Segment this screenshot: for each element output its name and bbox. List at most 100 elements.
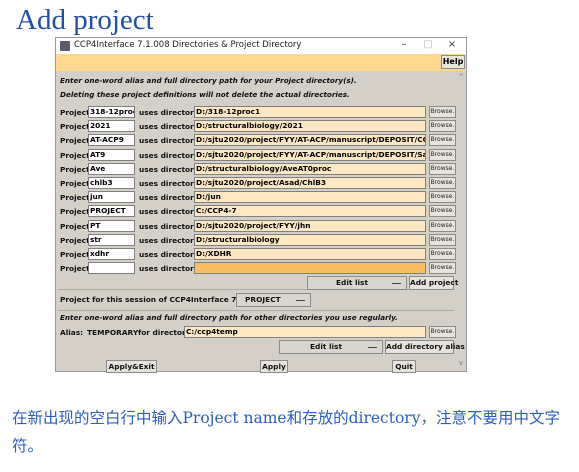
- project-alias-field[interactable]: Ave: [88, 162, 135, 175]
- menu-indicator-icon: [296, 300, 305, 301]
- browse-button[interactable]: Browse.: [429, 248, 456, 260]
- directory-alias-row: Alias: TEMPORARY for directory: C:/ccp4t…: [58, 326, 456, 339]
- uses-directory-label: uses directory:: [139, 207, 202, 217]
- project-alias-field[interactable]: jun: [88, 191, 135, 204]
- project-label: Project: [60, 136, 90, 146]
- uses-directory-label: uses directory:: [139, 250, 202, 259]
- apply-button[interactable]: Apply: [260, 360, 288, 373]
- uses-directory-label: uses directory:: [139, 179, 202, 188]
- project-label: Project: [60, 207, 90, 217]
- project-label: Project: [60, 179, 90, 188]
- project-row: Project AT9 uses directory: D:/sjtu2020/pro…: [58, 148, 456, 162]
- project-label: Project: [60, 264, 90, 274]
- project-row: Project318-12proc1 uses directory:D:/318-…: [58, 106, 456, 119]
- browse-button[interactable]: Browse.: [429, 219, 456, 232]
- scrollbar[interactable]: ^ v: [456, 71, 466, 371]
- project-row: Project PROJECT uses directory: C:/CCP4-7 Br…: [58, 205, 456, 218]
- project-row: Project PT uses directory: D:/sjtu2020/proj…: [58, 219, 456, 233]
- alias-directory-field[interactable]: C:/ccp4temp: [184, 326, 426, 338]
- project-directory-field[interactable]: D:/structuralbiology/2021: [194, 120, 426, 133]
- browse-button[interactable]: Browse.: [429, 120, 456, 133]
- instruction-line-1: Enter one-word alias and full directory …: [60, 76, 357, 85]
- project-alias-field[interactable]: chlb3: [88, 177, 135, 189]
- project-row: Project uses directory: Browse.: [58, 262, 456, 275]
- project-directory-field[interactable]: D:/sjtu2020/project/FYY/jhn: [194, 219, 426, 232]
- maximize-button[interactable]: □: [418, 39, 438, 50]
- edit-list-menu-aliases[interactable]: Edit list: [279, 340, 383, 354]
- browse-button[interactable]: Browse.: [429, 205, 456, 218]
- ccp4-directories-window: CCP4Interface 7.1.008 Directories & Proj…: [55, 37, 467, 373]
- uses-directory-label: uses directory:: [139, 122, 202, 132]
- project-row: Project jun uses directory: D:/jun Browse.: [58, 191, 456, 204]
- browse-button[interactable]: Browse.: [429, 326, 456, 338]
- menu-indicator-icon: [368, 347, 377, 348]
- project-alias-field[interactable]: [88, 262, 135, 275]
- uses-directory-label: uses directory:: [139, 108, 202, 117]
- minimize-button[interactable]: –: [394, 39, 414, 50]
- uses-directory-label: uses directory:: [139, 264, 202, 274]
- project-directory-field[interactable]: D:/sjtu2020/project/FYY/AT-ACP/manuscrip…: [194, 148, 426, 161]
- project-alias-field[interactable]: PROJECT: [88, 205, 135, 218]
- project-directory-field[interactable]: D:/sjtu2020/project/FYY/AT-ACP/manuscrip…: [194, 134, 426, 147]
- project-label: Project: [60, 250, 90, 259]
- uses-directory-label: uses directory:: [139, 136, 202, 146]
- project-row: Project AT-ACP9 uses directory: D:/sjtu2020…: [58, 134, 456, 147]
- help-button[interactable]: Help: [441, 55, 465, 69]
- project-alias-field[interactable]: AT9: [88, 148, 135, 161]
- quit-button[interactable]: Quit: [392, 360, 416, 373]
- edit-list-label: Edit list: [310, 342, 342, 351]
- project-label: Project: [60, 122, 90, 132]
- project-alias-field[interactable]: 318-12proc1: [88, 106, 135, 118]
- close-button[interactable]: ×: [442, 39, 462, 50]
- project-directory-field[interactable]: D:/318-12proc1: [194, 106, 426, 118]
- session-project-select[interactable]: PROJECT: [236, 293, 311, 307]
- project-alias-field[interactable]: PT: [88, 219, 135, 232]
- window-titlebar: CCP4Interface 7.1.008 Directories & Proj…: [56, 38, 466, 54]
- browse-button[interactable]: Browse.: [429, 177, 456, 189]
- browse-button[interactable]: Browse.: [429, 233, 456, 246]
- project-label: Project: [60, 164, 90, 174]
- uses-directory-label: uses directory:: [139, 193, 202, 203]
- project-directory-field[interactable]: C:/CCP4-7: [194, 205, 426, 218]
- project-row: Project Ave uses directory: D:/structuralbi…: [58, 162, 456, 176]
- apply-exit-button[interactable]: Apply&Exit: [106, 360, 157, 373]
- browse-button[interactable]: Browse.: [429, 262, 456, 275]
- instruction-line-3: Enter one-word alias and full directory …: [60, 313, 398, 322]
- add-directory-alias-button[interactable]: Add directory alias: [385, 340, 465, 354]
- project-directory-field[interactable]: D:/jun: [194, 191, 426, 204]
- browse-button[interactable]: Browse.: [429, 134, 456, 147]
- edit-list-menu[interactable]: Edit list: [307, 276, 407, 290]
- project-label: Project: [60, 193, 90, 203]
- browse-button[interactable]: Browse.: [429, 106, 456, 118]
- uses-directory-label: uses directory:: [139, 150, 202, 160]
- project-label: Project: [60, 221, 90, 231]
- project-alias-field[interactable]: AT-ACP9: [88, 134, 135, 147]
- project-row: Project str uses directory: D:/structuralbi…: [58, 233, 456, 247]
- project-alias-field[interactable]: xdhr: [88, 248, 135, 260]
- scroll-up-arrow-icon[interactable]: ^: [457, 73, 465, 81]
- project-row: Project 2021 uses directory: D:/structuralb…: [58, 120, 456, 133]
- project-alias-field[interactable]: str: [88, 233, 135, 246]
- project-directory-field[interactable]: D:/sjtu2020/project/Asad/ChlB3: [194, 177, 426, 189]
- project-directory-field[interactable]: D:/structuralbiology: [194, 233, 426, 246]
- project-directory-field[interactable]: D:/structuralbiology/AveAT0proc: [194, 162, 426, 175]
- uses-directory-label: uses directory:: [139, 221, 202, 231]
- project-directory-field[interactable]: D:/XDHR: [194, 248, 426, 260]
- window-title: CCP4Interface 7.1.008 Directories & Proj…: [74, 40, 302, 50]
- session-project-value: PROJECT: [245, 295, 281, 304]
- project-directory-field[interactable]: [194, 262, 426, 275]
- browse-button[interactable]: Browse.: [429, 162, 456, 175]
- project-label: Project: [60, 108, 90, 117]
- separator: [58, 310, 454, 311]
- scroll-down-arrow-icon[interactable]: v: [457, 359, 465, 367]
- uses-directory-label: uses directory:: [139, 164, 202, 174]
- project-row: Project chlb3 uses directory: D:/sjtu2020/p…: [58, 177, 456, 190]
- project-label: Project: [60, 150, 90, 160]
- browse-button[interactable]: Browse.: [429, 191, 456, 204]
- project-alias-field[interactable]: 2021: [88, 120, 135, 133]
- add-project-button[interactable]: Add project: [409, 276, 458, 290]
- edit-list-label: Edit list: [336, 278, 368, 287]
- browse-button[interactable]: Browse.: [429, 148, 456, 161]
- project-label: Project: [60, 235, 90, 245]
- page-heading: Add project: [16, 4, 154, 36]
